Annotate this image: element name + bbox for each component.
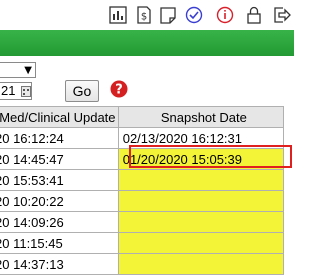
toolbar: $ [0,0,294,30]
dollar-document-icon[interactable]: $ [134,5,154,25]
update-cell: 20 14:09:26 [0,211,119,233]
results-table: Med/Clinical Update Snapshot Date 20 16:… [0,106,285,275]
snapshot-cell: 01/20/2020 15:05:39 [117,148,285,170]
check-circle-icon[interactable] [184,5,204,25]
snapshot-cell [117,211,285,233]
table-row[interactable]: 20 14:37:13 [0,253,285,275]
table-row[interactable]: 20 14:09:26 [0,211,285,233]
update-cell: 20 11:15:45 [0,232,119,254]
date-input-value: 21 [1,83,16,98]
svg-text:$: $ [141,12,147,23]
table-row[interactable]: 20 16:12:24 02/13/2020 16:12:31 [0,127,285,149]
table-row[interactable]: 20 15:53:41 [0,169,285,191]
column-header-snapshot-date[interactable]: Snapshot Date [117,106,285,128]
logout-icon[interactable] [272,5,292,25]
help-icon[interactable]: ? [110,80,128,98]
snapshot-cell [117,253,285,275]
update-cell: 20 14:45:47 [0,148,119,170]
update-cell: 20 14:37:13 [0,253,119,275]
go-button[interactable]: Go [65,80,99,102]
update-cell: 20 16:12:24 [0,127,119,149]
snapshot-cell [117,232,285,254]
update-cell: 20 15:53:41 [0,169,119,191]
lock-icon[interactable] [244,5,264,25]
table-header-row: Med/Clinical Update Snapshot Date [0,106,285,128]
filter-select[interactable]: ▼ [0,62,36,78]
table-row[interactable]: 20 11:15:45 [0,232,285,254]
note-icon[interactable] [158,5,178,25]
info-circle-icon[interactable] [215,5,235,25]
table-row[interactable]: 20 14:45:47 01/20/2020 15:05:39 [0,148,285,170]
svg-text:?: ? [115,83,123,98]
snapshot-cell [117,190,285,212]
calendar-icon[interactable] [21,86,31,97]
snapshot-cell: 02/13/2020 16:12:31 [117,127,285,149]
column-header-med-clinical-update[interactable]: Med/Clinical Update [0,106,119,128]
update-cell: 20 10:20:22 [0,190,119,212]
dropdown-arrow-icon: ▼ [24,65,32,76]
header-bar [0,30,294,56]
snapshot-cell [117,169,285,191]
chart-icon[interactable] [108,5,128,25]
table-row[interactable]: 20 10:20:22 [0,190,285,212]
